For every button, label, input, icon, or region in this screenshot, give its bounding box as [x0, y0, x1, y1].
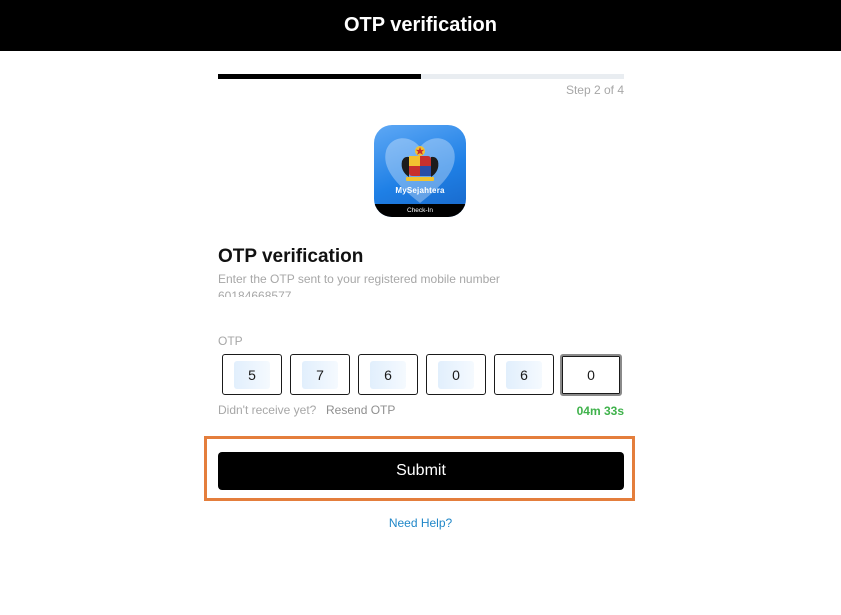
step-indicator: Step 2 of 4	[565, 83, 624, 97]
otp-digit-2-value: 7	[302, 360, 338, 389]
submit-button[interactable]: Submit	[218, 452, 624, 490]
otp-digit-4[interactable]: 0	[426, 354, 486, 395]
otp-instructions: Enter the OTP sent to your registered mo…	[218, 272, 500, 286]
progress-fill	[218, 74, 421, 79]
need-help-link-text[interactable]: Need Help?	[389, 516, 452, 530]
otp-digit-6[interactable]: 0	[560, 354, 622, 396]
logo-app-name: MySejahtera	[395, 186, 445, 195]
app-logo: MySejahtera Check-In	[374, 125, 466, 217]
page-title: OTP verification	[218, 246, 364, 267]
phone-number: 60184668577	[218, 290, 292, 297]
otp-digit-4-value: 0	[438, 360, 474, 389]
header-title: OTP verification	[343, 14, 497, 36]
otp-digit-6-value: 0	[587, 367, 595, 383]
otp-label: OTP	[218, 334, 243, 348]
otp-digit-3-value: 6	[370, 360, 406, 389]
resend-otp-link[interactable]: Resend OTP	[326, 403, 395, 417]
otp-digit-1[interactable]: 5	[222, 354, 282, 395]
logo-band-label: Check-In	[374, 204, 466, 217]
otp-digit-2[interactable]: 7	[290, 354, 350, 395]
otp-digit-3[interactable]: 6	[358, 354, 418, 395]
countdown-timer: 04m 33s	[576, 404, 624, 418]
header-bar: OTP verification	[0, 0, 841, 51]
otp-digit-5[interactable]: 6	[494, 354, 554, 395]
otp-digit-5-value: 6	[506, 360, 542, 389]
need-help-link: Need Help?	[0, 516, 841, 530]
progress-bar	[218, 74, 624, 79]
resend-prompt: Didn't receive yet?	[218, 403, 317, 417]
otp-digit-1-value: 5	[234, 360, 270, 389]
